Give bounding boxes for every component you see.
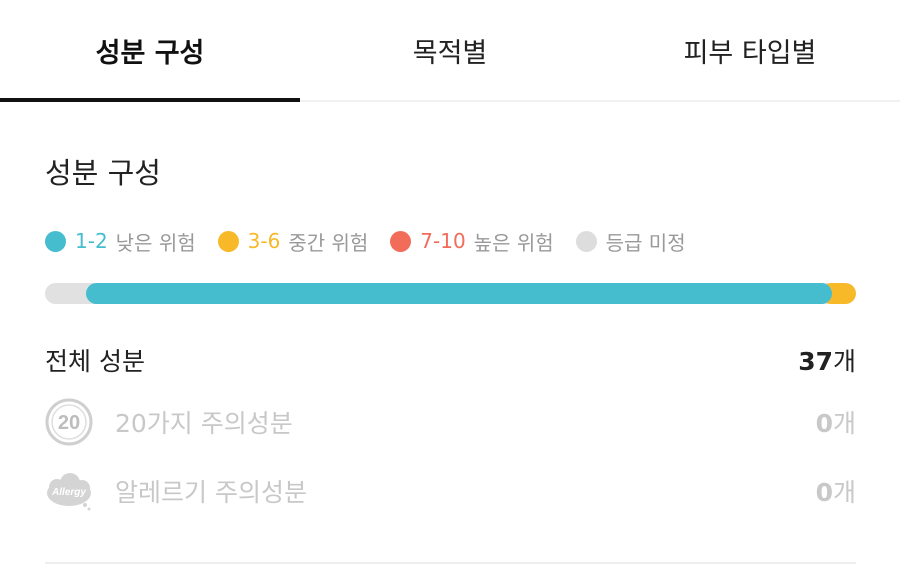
legend-range-high: 7-10 [420, 229, 466, 253]
allergy-caution-row[interactable]: Allergy 알레르기 주의성분 0개 [45, 466, 856, 516]
total-ingredients-row: 전체 성분 37개 [45, 340, 856, 380]
allergy-count-number: 0 [815, 478, 833, 507]
unrated-dot-icon [575, 230, 597, 252]
twenty-count-unit: 개 [832, 409, 856, 438]
total-ingredients-label: 전체 성분 [45, 347, 145, 376]
twenty-icon-text: 20 [58, 412, 80, 434]
tab-by-skin-type[interactable]: 피부 타입별 [600, 0, 900, 100]
tab-bar: 성분 구성 목적별 피부 타입별 [0, 0, 900, 102]
twenty-count-number: 0 [815, 409, 833, 438]
composition-bar-low [85, 283, 832, 304]
bottom-divider [45, 562, 856, 564]
legend-item-unrated: 등급 미정 [575, 227, 686, 256]
legend-text-low: 낮은 위험 [115, 230, 196, 255]
tab-ingredient-composition[interactable]: 성분 구성 [0, 0, 300, 102]
legend-text-medium: 중간 위험 [288, 230, 369, 255]
low-risk-dot-icon [45, 230, 66, 252]
allergy-count-unit: 개 [832, 478, 856, 507]
twenty-caution-label: 20가지 주의성분 [115, 409, 293, 438]
medium-risk-dot-icon [217, 230, 239, 252]
legend-text-unrated: 등급 미정 [605, 230, 686, 255]
high-risk-dot-icon [390, 230, 412, 252]
allergy-icon-text: Allergy [51, 487, 86, 498]
twenty-caution-row[interactable]: 20 20가지 주의성분 0개 [45, 397, 856, 447]
twenty-caution-count: 0개 [816, 404, 856, 440]
tab-by-purpose[interactable]: 목적별 [300, 0, 600, 100]
total-ingredients-count: 37개 [798, 342, 856, 378]
twenty-caution-icon: 20 [45, 398, 93, 446]
total-count-unit: 개 [832, 347, 856, 376]
legend-item-high: 7-10 높은 위험 [390, 227, 554, 256]
legend-range-medium: 3-6 [247, 229, 281, 253]
legend-text-high: 높은 위험 [473, 230, 554, 255]
total-count-number: 37 [798, 347, 833, 376]
legend-item-low: 1-2 낮은 위험 [45, 227, 196, 256]
section-title: 성분 구성 [45, 156, 161, 190]
allergy-icon: Allergy [47, 473, 91, 511]
allergy-caution-count: 0개 [816, 473, 856, 509]
risk-legend: 1-2 낮은 위험 3-6 중간 위험 7-10 높은 위험 등급 미정 [45, 226, 708, 256]
legend-item-medium: 3-6 중간 위험 [217, 227, 369, 256]
allergy-caution-label: 알레르기 주의성분 [115, 478, 307, 507]
legend-range-low: 1-2 [75, 229, 108, 253]
composition-bar [45, 283, 856, 304]
